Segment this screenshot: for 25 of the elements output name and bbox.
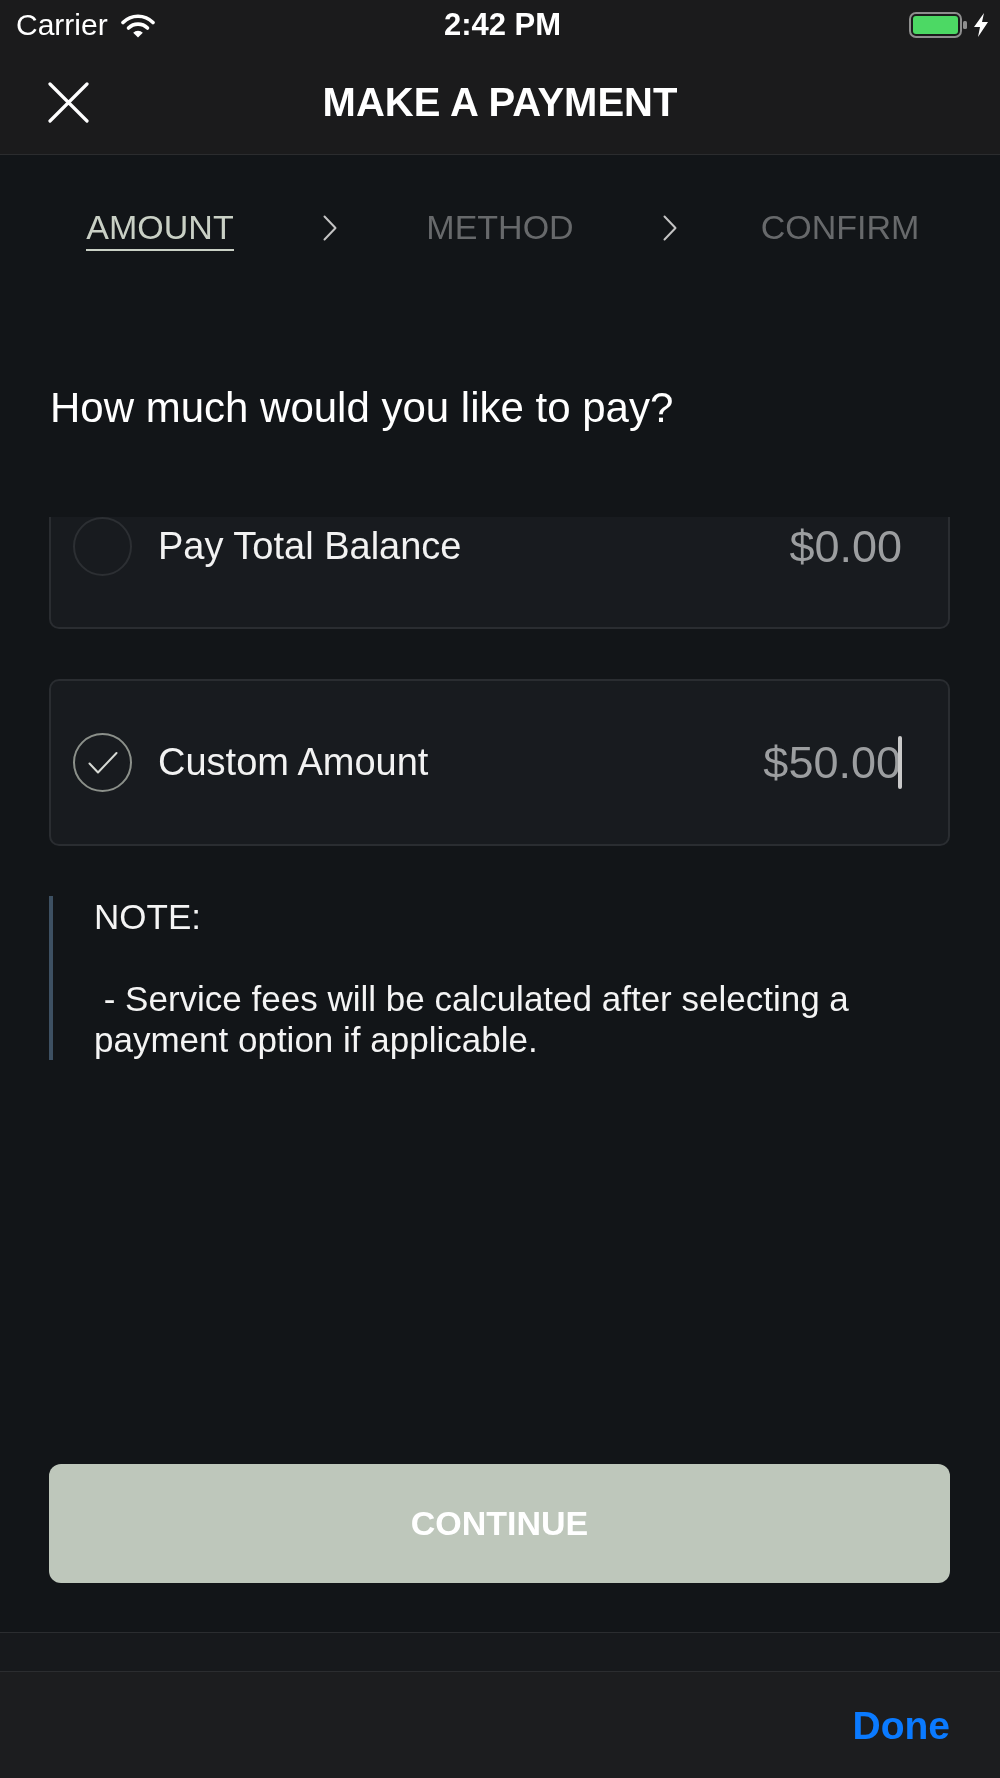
option-label: Custom Amount (158, 740, 430, 785)
option-label: Pay Total Balance (158, 524, 463, 569)
status-time: 2:42 PM (443, 7, 562, 43)
step-tab[interactable]: AMOUNT (86, 204, 234, 251)
amount-text: $0.00 (789, 520, 902, 574)
check-icon (87, 750, 118, 775)
radio-button[interactable] (73, 517, 132, 576)
amount-input-field[interactable]: $50.00 (763, 733, 902, 792)
question-heading: How much would you like to pay? (50, 384, 675, 432)
done-button[interactable]: Done (852, 1702, 950, 1748)
close-button[interactable] (48, 81, 89, 123)
close-icon (48, 81, 89, 123)
page-title: MAKE A PAYMENT (322, 79, 678, 125)
radio-button[interactable] (73, 733, 132, 792)
note-text: NOTE: - Service fees will be calculated after selecting a payment option if applicable. (49, 896, 950, 1060)
carrier-name: Carrier (16, 8, 108, 42)
battery-icon (909, 12, 967, 38)
step-tab[interactable]: METHOD (426, 204, 574, 251)
payment-option-card[interactable]: Custom Amount $50.00 (49, 679, 950, 846)
step-tab[interactable]: CONFIRM (760, 204, 920, 251)
chevron-right-icon (323, 214, 337, 241)
payment-option-card[interactable]: Pay Total Balance $0.00 (49, 517, 950, 629)
chevron-right-icon (663, 214, 677, 241)
wifi-icon (120, 12, 155, 38)
charging-bolt-icon (973, 13, 989, 37)
